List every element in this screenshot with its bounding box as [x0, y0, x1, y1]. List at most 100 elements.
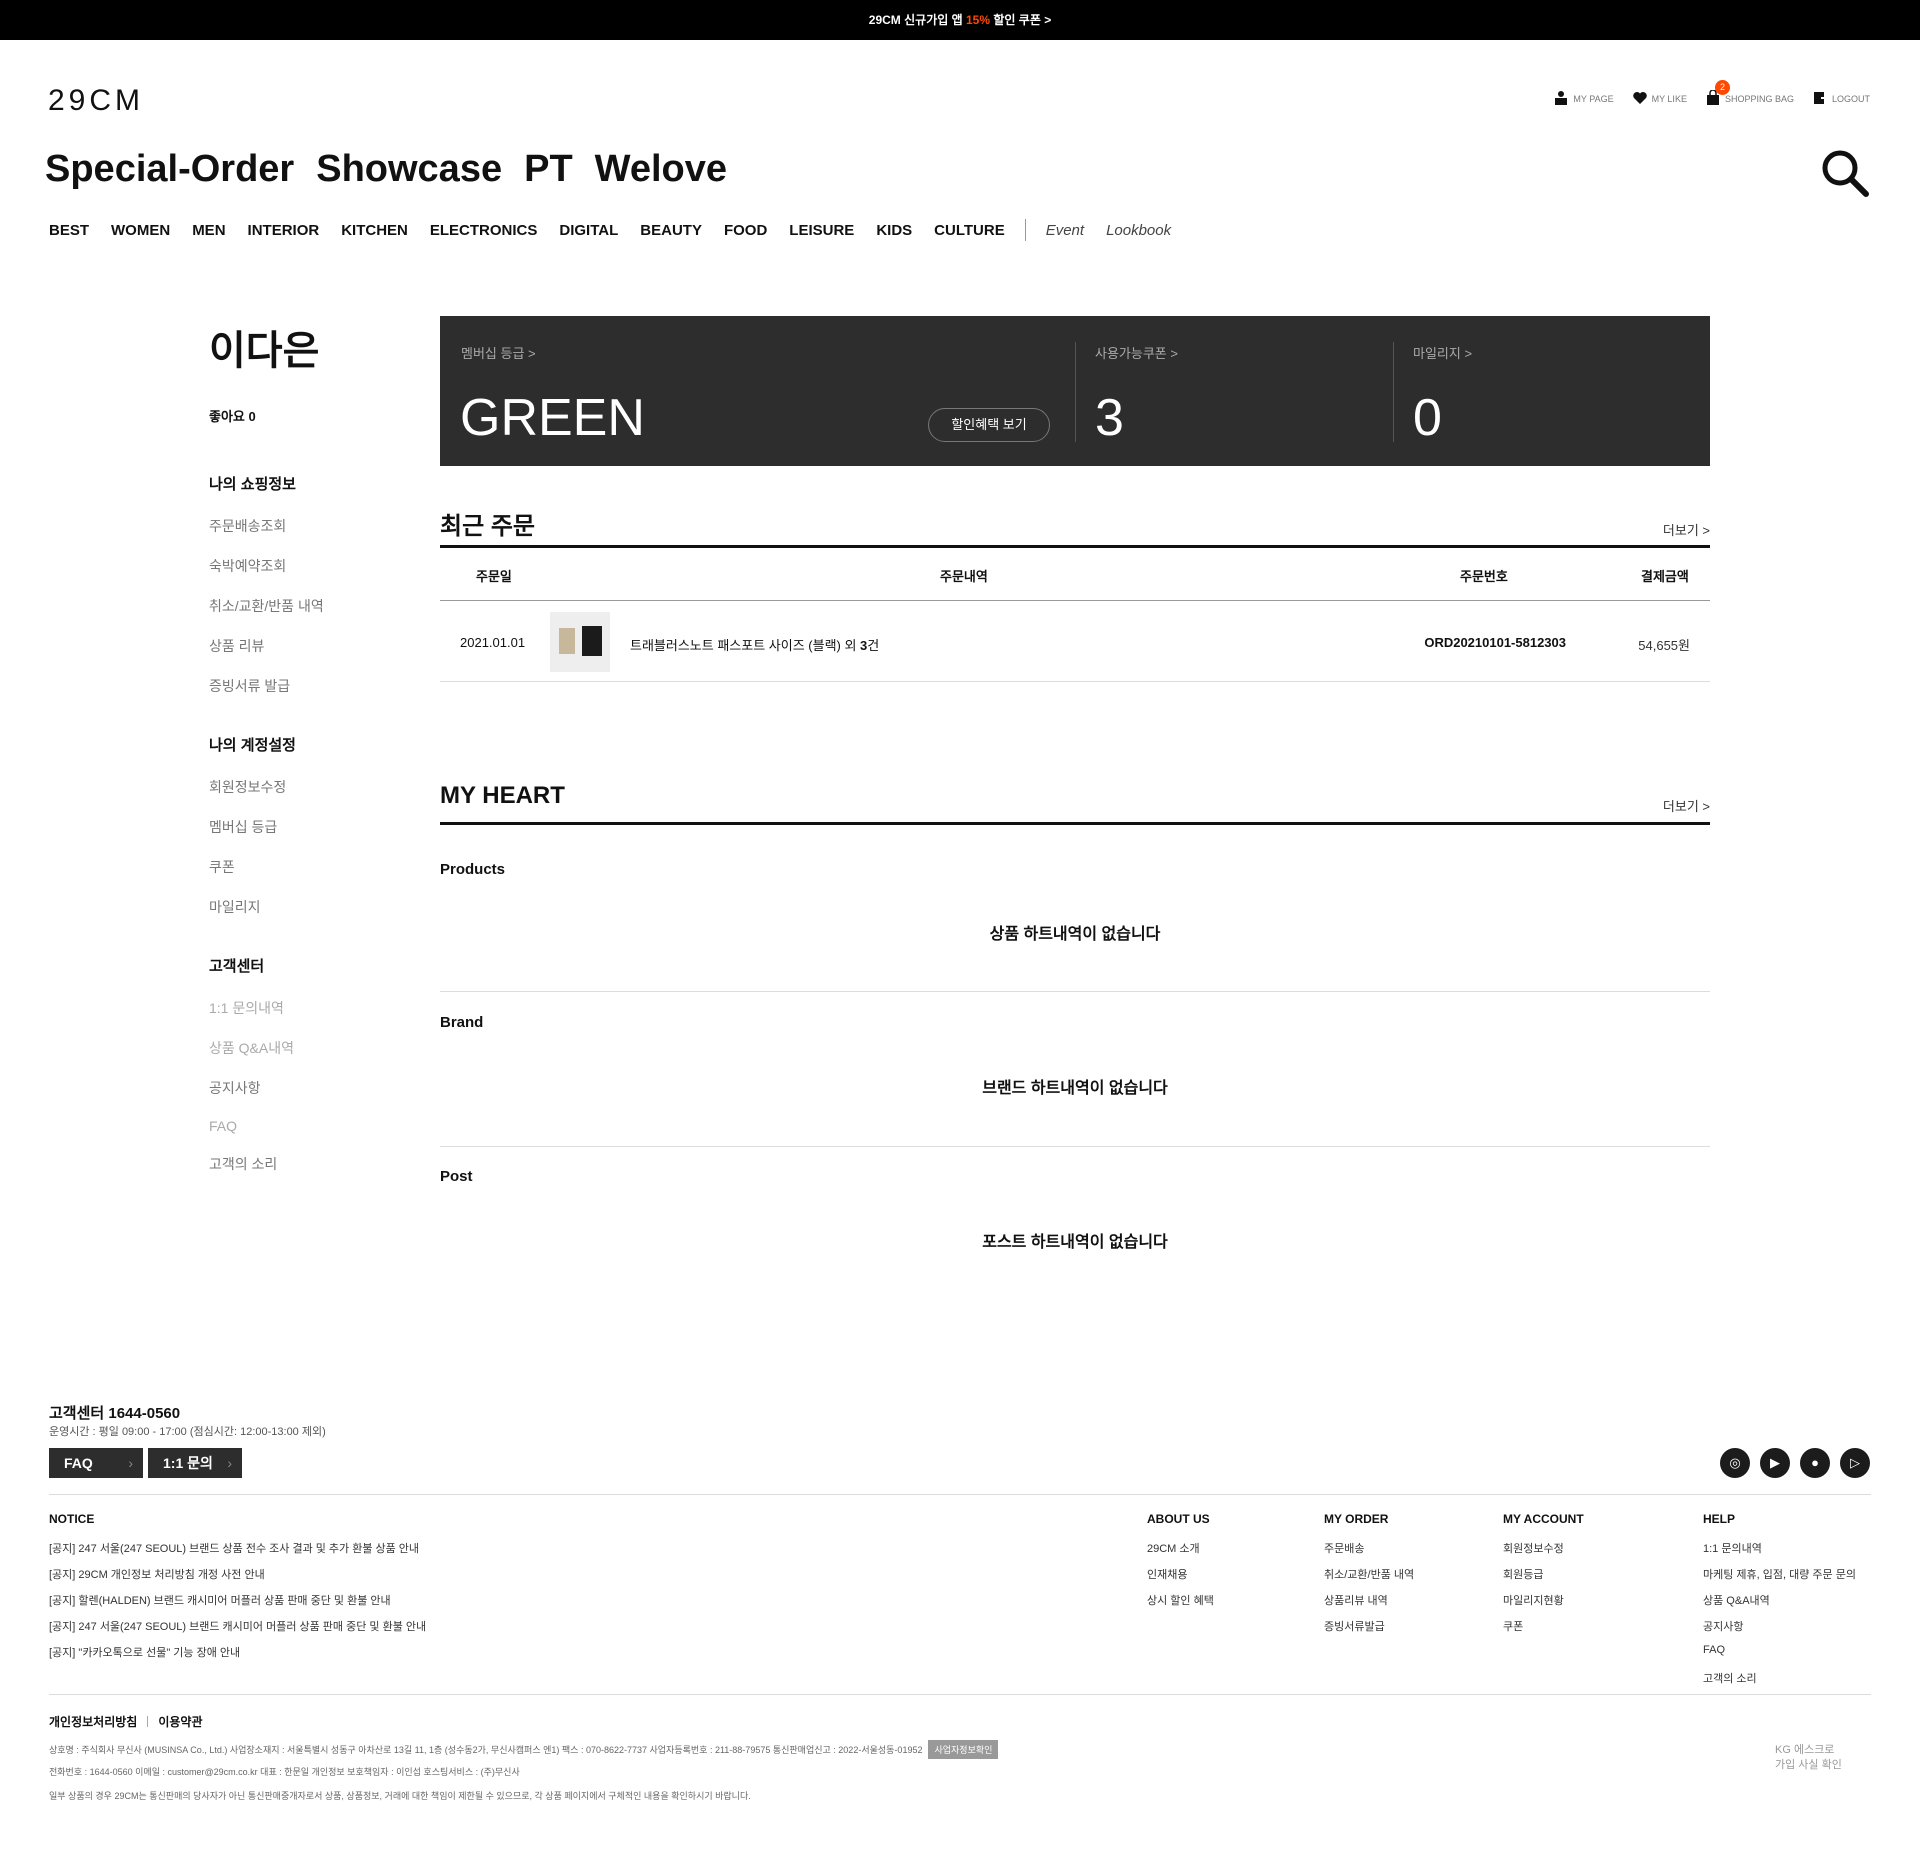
nav-event[interactable]: Event [1046, 222, 1084, 239]
search-icon [1822, 150, 1869, 197]
footer-link[interactable]: 인재채용 [1147, 1566, 1214, 1592]
footer-link[interactable]: 회원등급 [1503, 1566, 1564, 1592]
promo-banner[interactable]: 29CM 신규가입 앱 15% 할인 쿠폰 > [0, 0, 1920, 40]
footer-link[interactable]: 회원정보수정 [1503, 1540, 1564, 1566]
footer-link[interactable]: 마케팅 제휴, 입점, 대량 주문 문의 [1703, 1566, 1856, 1592]
site-logo[interactable]: 29CM [48, 84, 144, 118]
footer-order-list: 주문배송 취소/교환/반품 내역 상품리뷰 내역 증빙서류발급 [1324, 1540, 1414, 1644]
shopping-bag-link[interactable]: 2 SHOPPING BAG [1705, 80, 1794, 108]
sidebar-item-receipts[interactable]: 증빙서류 발급 [209, 676, 409, 696]
nav-men[interactable]: MEN [192, 222, 225, 239]
heart-products-empty: 상품 하트내역이 없습니다 [989, 926, 1161, 943]
sidebar-item-returns[interactable]: 취소/교환/반품 내역 [209, 596, 409, 616]
col-header-detail: 주문내역 [940, 569, 988, 584]
kg-escrow-link[interactable]: KG 에스크로 가입 사실 확인 [1775, 1743, 1842, 1773]
sidebar-item-stay-booking[interactable]: 숙박예약조회 [209, 556, 409, 576]
sidebar-item-edit-profile[interactable]: 회원정보수정 [209, 777, 409, 797]
footer-link[interactable]: 쿠폰 [1503, 1618, 1564, 1644]
sidebar-item-inquiries[interactable]: 1:1 문의내역 [209, 998, 409, 1018]
nav-leisure[interactable]: LEISURE [789, 222, 854, 239]
notice-item[interactable]: [공지] 247 서울(247 SEOUL) 브랜드 캐시미어 머플러 상품 판… [49, 1618, 426, 1644]
nav-lookbook[interactable]: Lookbook [1106, 222, 1171, 239]
membership-summary: 멤버십 등급 > GREEN 할인혜택 보기 사용가능쿠폰 > 3 마일리지 >… [440, 316, 1710, 466]
nav-beauty[interactable]: BEAUTY [640, 222, 702, 239]
heart-brand-label: Brand [440, 1014, 484, 1031]
footer-link[interactable]: 주문배송 [1324, 1540, 1414, 1566]
nav-best[interactable]: BEST [49, 222, 89, 239]
nav-interior[interactable]: INTERIOR [248, 222, 320, 239]
footer-notice-list: [공지] 247 서울(247 SEOUL) 브랜드 상품 전수 조사 결과 및… [49, 1540, 426, 1670]
business-info-button[interactable]: 사업자정보확인 [928, 1740, 999, 1759]
footer-link[interactable]: 증빙서류발급 [1324, 1618, 1414, 1644]
notice-item[interactable]: [공지] "카카오톡으로 선물" 기능 장애 안내 [49, 1644, 426, 1670]
footer-link[interactable]: 취소/교환/반품 내역 [1324, 1566, 1414, 1592]
order-number[interactable]: ORD20210101-5812303 [1424, 635, 1566, 650]
footer-account-list: 회원정보수정 회원등급 마일리지현황 쿠폰 [1503, 1540, 1564, 1644]
instagram-icon[interactable]: ◎ [1720, 1448, 1750, 1478]
terms-link[interactable]: 이용약관 [158, 1713, 202, 1730]
nav-special-order[interactable]: Special-Order [45, 148, 294, 191]
nav-welove[interactable]: Welove [595, 148, 727, 191]
youtube-icon[interactable]: ▶ [1760, 1448, 1790, 1478]
footer-link[interactable]: 고객의 소리 [1703, 1670, 1856, 1696]
footer-link[interactable]: 29CM 소개 [1147, 1540, 1214, 1566]
promo-banner-suffix: 할인 쿠폰 > [990, 13, 1052, 27]
footer-link[interactable]: 공지사항 [1703, 1618, 1856, 1644]
logout-link[interactable]: LOGOUT [1812, 90, 1870, 108]
footer-link[interactable]: 상품 Q&A내역 [1703, 1592, 1856, 1618]
orders-more-link[interactable]: 더보기 > [1663, 520, 1710, 539]
nav-pt[interactable]: PT [524, 148, 573, 191]
likes-count: 0 [248, 409, 256, 424]
sidebar-item-reviews[interactable]: 상품 리뷰 [209, 636, 409, 656]
nav-kitchen[interactable]: KITCHEN [341, 222, 408, 239]
nav-electronics[interactable]: ELECTRONICS [430, 222, 538, 239]
heart-more-link[interactable]: 더보기 > [1663, 796, 1710, 815]
user-icon [1553, 90, 1569, 108]
membership-grade-panel: 멤버십 등급 > GREEN 할인혜택 보기 [440, 316, 1075, 466]
nav-digital[interactable]: DIGITAL [559, 222, 618, 239]
apple-icon[interactable]: ● [1800, 1448, 1830, 1478]
user-name: 이다은 [209, 329, 320, 373]
notice-item[interactable]: [공지] 29CM 개인정보 처리방침 개정 사전 안내 [49, 1566, 426, 1592]
nav-kids[interactable]: KIDS [876, 222, 912, 239]
product-thumbnail[interactable] [550, 612, 610, 672]
footer-link[interactable]: 상시 할인 혜택 [1147, 1592, 1214, 1618]
order-description[interactable]: 트래블러스노트 패스포트 사이즈 (블랙) 외 3건 [630, 635, 879, 654]
membership-grade-link[interactable]: 멤버십 등급 > [461, 343, 536, 362]
notice-item[interactable]: [공지] 할렌(HALDEN) 브랜드 캐시미어 머플러 상품 판매 중단 및 … [49, 1592, 426, 1618]
my-page-link[interactable]: MY PAGE [1553, 90, 1614, 108]
footer-inquiry-button[interactable]: 1:1 문의 › [148, 1448, 242, 1478]
heart-icon [1632, 90, 1648, 108]
nav-culture[interactable]: CULTURE [934, 222, 1005, 239]
nav-divider [1024, 219, 1026, 241]
sidebar-item-order-tracking[interactable]: 주문배송조회 [209, 516, 409, 536]
footer-link[interactable]: 마일리지현황 [1503, 1592, 1564, 1618]
nav-showcase[interactable]: Showcase [316, 148, 502, 191]
sidebar-item-mileage[interactable]: 마일리지 [209, 897, 409, 917]
search-button[interactable] [1820, 148, 1870, 198]
privacy-policy-link[interactable]: 개인정보처리방침 [49, 1713, 137, 1730]
company-info-line: 상호명 : 주식회사 무신사 (MUSINSA Co., Ltd.) 사업장소재… [49, 1740, 999, 1759]
footer-faq-button[interactable]: FAQ › [49, 1448, 143, 1478]
sidebar-item-faq[interactable]: FAQ [209, 1118, 409, 1134]
nav-food[interactable]: FOOD [724, 222, 767, 239]
table-row[interactable]: 2021.01.01 트래블러스노트 패스포트 사이즈 (블랙) 외 3건 OR… [440, 612, 1710, 682]
likes-label: 좋아요 [209, 409, 245, 424]
my-like-link[interactable]: MY LIKE [1632, 90, 1687, 108]
coupon-link[interactable]: 사용가능쿠폰 > [1095, 343, 1178, 362]
sidebar-item-feedback[interactable]: 고객의 소리 [209, 1154, 409, 1174]
mileage-link[interactable]: 마일리지 > [1413, 343, 1472, 362]
likes-summary[interactable]: 좋아요 0 [209, 406, 409, 425]
notice-item[interactable]: [공지] 247 서울(247 SEOUL) 브랜드 상품 전수 조사 결과 및… [49, 1540, 426, 1566]
footer-link[interactable]: FAQ [1703, 1644, 1856, 1670]
sidebar-item-coupons[interactable]: 쿠폰 [209, 857, 409, 877]
sidebar-item-qna[interactable]: 상품 Q&A내역 [209, 1038, 409, 1058]
view-benefits-button[interactable]: 할인혜택 보기 [928, 408, 1050, 442]
footer-link[interactable]: 1:1 문의내역 [1703, 1540, 1856, 1566]
sidebar-item-membership[interactable]: 멤버십 등급 [209, 817, 409, 837]
footer-link[interactable]: 상품리뷰 내역 [1324, 1592, 1414, 1618]
google-play-icon[interactable]: ▷ [1840, 1448, 1870, 1478]
sidebar-item-notices[interactable]: 공지사항 [209, 1078, 409, 1098]
sidebar-section-title: 고객센터 [209, 958, 265, 975]
nav-women[interactable]: WOMEN [111, 222, 170, 239]
